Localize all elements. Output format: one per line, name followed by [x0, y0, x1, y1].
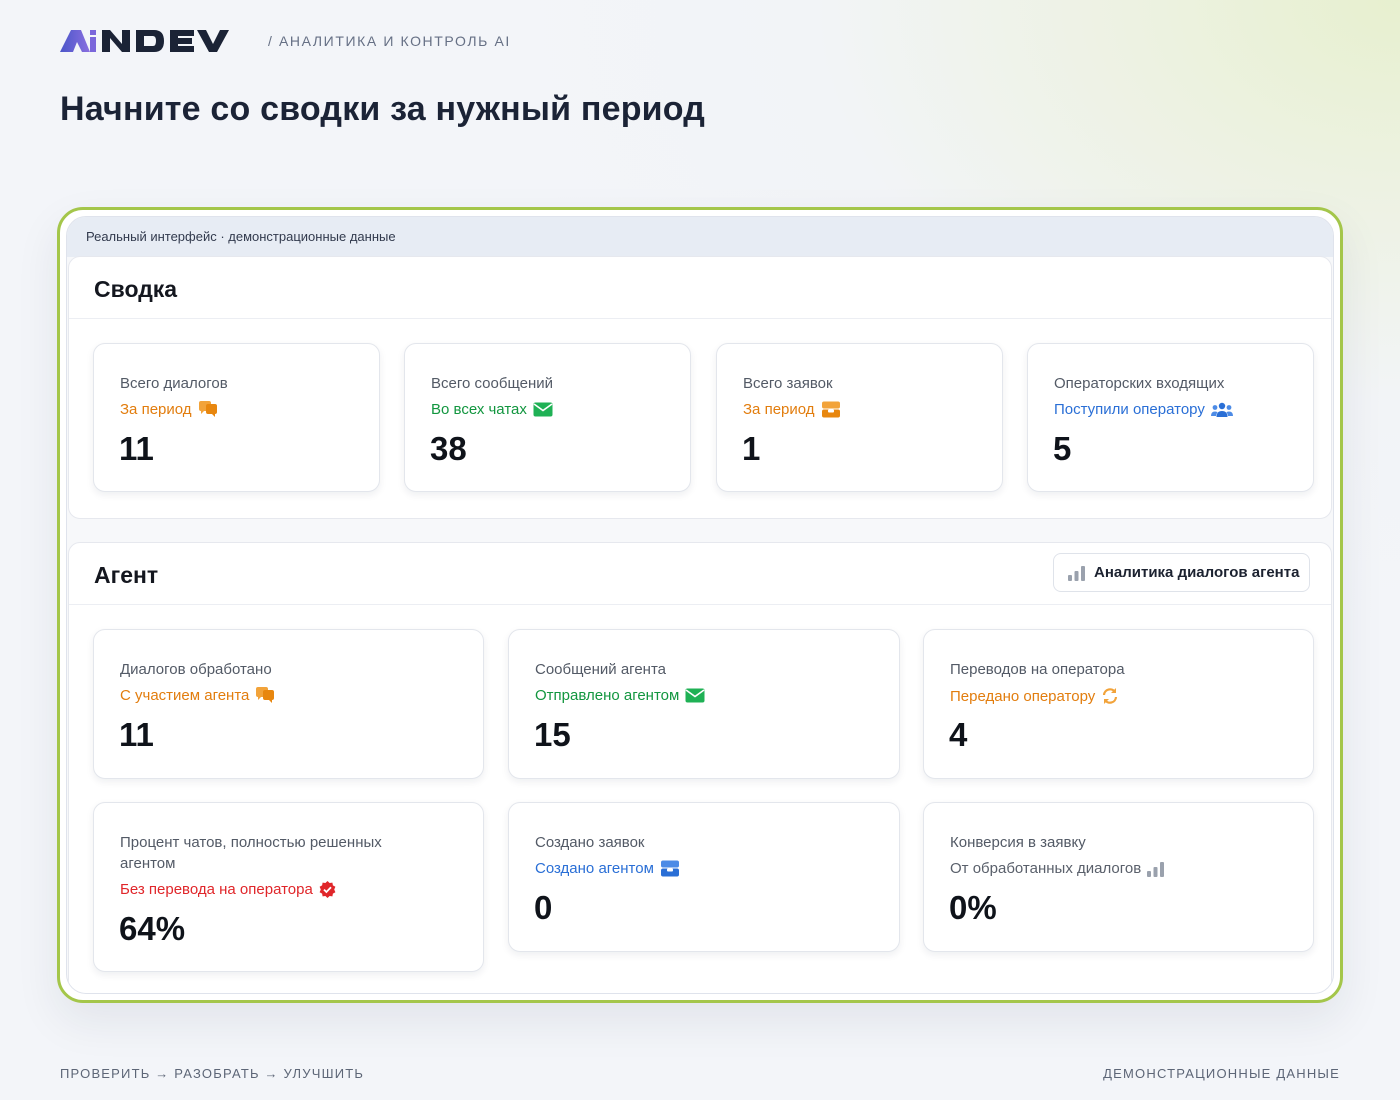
- footer-demo-label: ДЕМОНСТРАЦИОННЫЕ ДАННЫЕ: [1103, 1066, 1340, 1081]
- card-subtitle-text: За период: [743, 401, 815, 418]
- demo-frame: Реальный интерфейс · демонстрационные да…: [57, 207, 1343, 1003]
- card-subtitle-text: Без перевода на оператора: [120, 881, 313, 898]
- users-icon: [1210, 402, 1233, 418]
- card-subtitle: С участием агента: [120, 687, 275, 704]
- card-subtitle-text: Во всех чатах: [431, 401, 527, 418]
- card-value: 38: [430, 430, 467, 467]
- card-value: 5: [1053, 430, 1072, 467]
- card-subtitle-text: Отправлено агентом: [535, 687, 680, 704]
- card-subtitle-text: С участием агента: [120, 687, 250, 704]
- inbox-icon: [821, 401, 841, 418]
- card-subtitle: Передано оператору: [950, 687, 1119, 705]
- card-subtitle-text: Создано агентом: [535, 860, 654, 877]
- agent-panel: Агент Аналитика диалогов агента Диалогов…: [68, 542, 1332, 993]
- card-label: Диалогов обработано: [120, 661, 272, 678]
- agent-analytics-button[interactable]: Аналитика диалогов агента: [1053, 553, 1310, 592]
- agent-card-agent-messages[interactable]: Сообщений агента Отправлено агентом 15: [508, 629, 900, 779]
- card-subtitle: Поступили оператору: [1054, 401, 1233, 418]
- card-subtitle: Без перевода на оператора: [120, 881, 336, 898]
- bar-chart-icon: [1068, 565, 1086, 581]
- summary-title: Сводка: [94, 276, 178, 302]
- envelope-icon: [533, 402, 553, 417]
- app-window: Реальный интерфейс · демонстрационные да…: [66, 216, 1334, 994]
- card-value: 0: [534, 889, 553, 926]
- card-subtitle: Создано агентом: [535, 860, 680, 877]
- summary-card-total-messages[interactable]: Всего сообщений Во всех чатах 38: [404, 343, 691, 492]
- card-subtitle: От обработанных диалогов: [950, 860, 1165, 877]
- agent-card-dialogs-processed[interactable]: Диалогов обработано С участием агента 11: [93, 629, 484, 779]
- agent-header: Агент Аналитика диалогов агента: [69, 543, 1331, 605]
- card-label: Переводов на оператора: [950, 661, 1125, 678]
- card-subtitle-text: Передано оператору: [950, 687, 1096, 705]
- agent-card-resolved-percent[interactable]: Процент чатов, полностью решенных агенто…: [93, 802, 484, 972]
- chat-bubbles-icon: [198, 401, 218, 418]
- inbox-icon: [660, 860, 680, 877]
- header-tagline: / АНАЛИТИКА И КОНТРОЛЬ AI: [268, 33, 511, 49]
- card-label: Всего заявок: [743, 375, 833, 392]
- agent-card-operator-transfers[interactable]: Переводов на оператора Передано оператор…: [923, 629, 1314, 779]
- check-badge-icon: [319, 881, 336, 898]
- card-subtitle: Отправлено агентом: [535, 687, 705, 704]
- card-value: 11: [119, 430, 154, 467]
- summary-header: Сводка: [69, 257, 1331, 319]
- card-value: 64%: [119, 910, 186, 947]
- summary-card-total-dialogs[interactable]: Всего диалогов За период 11: [93, 343, 380, 492]
- card-label: Операторских входящих: [1054, 375, 1225, 392]
- envelope-icon: [685, 688, 705, 703]
- brand-logo[interactable]: [60, 26, 240, 56]
- card-subtitle: Во всех чатах: [431, 401, 553, 418]
- card-value: 0%: [949, 889, 997, 926]
- card-label: Всего сообщений: [431, 375, 553, 392]
- agent-analytics-button-label: Аналитика диалогов агента: [1094, 564, 1300, 581]
- card-subtitle-text: От обработанных диалогов: [950, 860, 1142, 877]
- demo-notice: Реальный интерфейс · демонстрационные да…: [67, 217, 1333, 257]
- card-value: 1: [742, 430, 761, 467]
- card-value: 11: [119, 716, 154, 753]
- card-label: Сообщений агента: [535, 661, 666, 678]
- agent-card-request-conversion[interactable]: Конверсия в заявку От обработанных диало…: [923, 802, 1314, 952]
- card-label: Процент чатов, полностью решенных агенто…: [120, 834, 382, 872]
- card-label: Конверсия в заявку: [950, 834, 1086, 851]
- agent-card-requests-created[interactable]: Создано заявок Создано агентом 0: [508, 802, 900, 952]
- bar-chart-icon: [1147, 861, 1165, 877]
- card-label: Создано заявок: [535, 834, 645, 851]
- card-value: 15: [534, 716, 571, 753]
- agent-title: Агент: [94, 562, 159, 588]
- card-subtitle: За период: [120, 401, 218, 418]
- card-subtitle: За период: [743, 401, 841, 418]
- logo-graphic: [60, 30, 229, 52]
- summary-card-total-requests[interactable]: Всего заявок За период 1: [716, 343, 1003, 492]
- summary-panel: Сводка Всего диалогов За период 11 Всего…: [68, 256, 1332, 519]
- chat-bubbles-icon: [255, 687, 275, 704]
- top-bar: / АНАЛИТИКА И КОНТРОЛЬ AI: [60, 26, 511, 56]
- summary-card-operator-incoming[interactable]: Операторских входящих Поступили оператор…: [1027, 343, 1314, 492]
- card-subtitle-text: За период: [120, 401, 192, 418]
- refresh-icon: [1101, 687, 1119, 705]
- card-label: Всего диалогов: [120, 375, 228, 392]
- card-subtitle-text: Поступили оператору: [1054, 401, 1205, 418]
- footer-steps: ПРОВЕРИТЬ → РАЗОБРАТЬ → УЛУЧШИТЬ: [60, 1066, 365, 1081]
- page-title: Начните со сводки за нужный период: [60, 90, 706, 128]
- card-value: 4: [949, 716, 968, 753]
